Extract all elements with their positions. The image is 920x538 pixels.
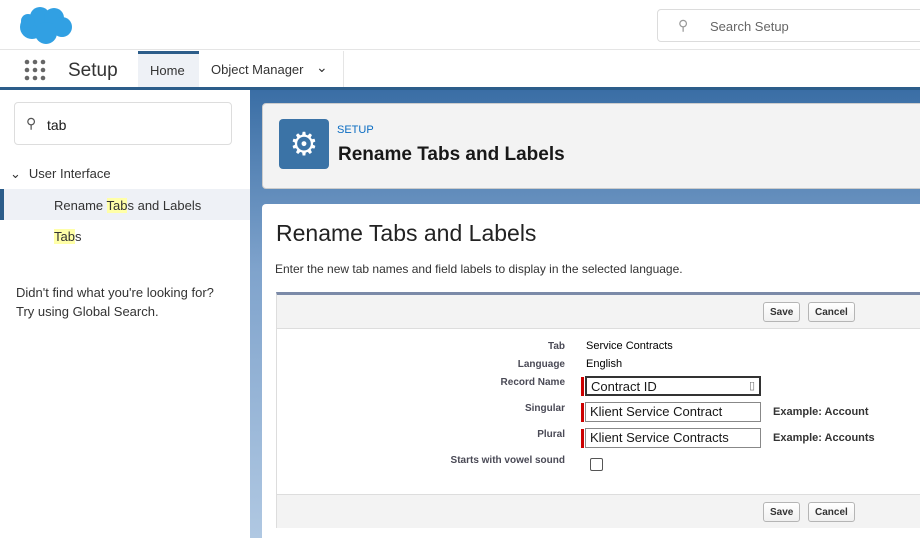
help-text: Didn't find what you're looking for? Try … (16, 283, 214, 321)
breadcrumb-setup[interactable]: SETUP (337, 124, 374, 136)
sidebar-item-tabs[interactable]: Tabs (54, 229, 81, 244)
item-text: s and Labels (127, 198, 202, 213)
salesforce-logo[interactable] (16, 5, 74, 45)
search-icon: ⚲ (678, 17, 689, 33)
gear-icon: ⚙ (279, 119, 329, 169)
field-lookup-icon: ▯ (748, 380, 755, 392)
search-highlight: Tab (106, 198, 128, 213)
vowel-sound-checkbox[interactable] (590, 458, 603, 471)
bottom-button-bar: Save Cancel (277, 494, 920, 528)
record-name-label: Record Name (500, 377, 565, 388)
save-button[interactable]: Save (763, 502, 801, 522)
chevron-down-icon[interactable]: ⌄ (316, 59, 328, 76)
app-title: Setup (68, 60, 118, 81)
item-text: Rename (54, 198, 107, 213)
input-value: Contract ID (591, 379, 657, 394)
main-title: Rename Tabs and Labels (276, 220, 537, 246)
chevron-down-icon: ⌄ (10, 166, 21, 181)
rename-form: Save Cancel Tab Service Contracts Langua… (276, 292, 920, 528)
tab-label: Object Manager (211, 62, 304, 77)
tree-group-user-interface[interactable]: ⌄ User Interface (10, 166, 111, 182)
tab-home[interactable]: Home (138, 51, 199, 87)
quick-find-input[interactable]: ⚲ tab (14, 102, 232, 145)
cancel-button[interactable]: Cancel (808, 502, 855, 522)
global-search-link[interactable]: Try using Global Search. (16, 302, 214, 321)
item-text: s (74, 229, 82, 244)
search-highlight: Tab (54, 229, 75, 244)
search-placeholder: Search Setup (710, 19, 789, 34)
group-label: User Interface (28, 166, 111, 181)
tab-object-manager[interactable]: Object Manager ⌄ (199, 51, 344, 87)
cancel-button[interactable]: Cancel (808, 302, 855, 322)
singular-example: Example: Account (773, 406, 869, 418)
singular-input[interactable]: Klient Service Contract (585, 402, 761, 422)
tab-value: Service Contracts (586, 340, 673, 352)
description: Enter the new tab names and field labels… (275, 262, 683, 276)
plural-label: Plural (537, 429, 565, 440)
plural-input[interactable]: Klient Service Contracts (585, 428, 761, 448)
required-indicator (581, 377, 584, 396)
language-value: English (586, 358, 623, 370)
plural-example: Example: Accounts (773, 432, 875, 444)
search-setup-input[interactable]: ⚲ Search Setup (657, 9, 920, 42)
save-button[interactable]: Save (763, 302, 801, 322)
required-indicator (581, 403, 584, 422)
required-indicator (581, 429, 584, 448)
tab-label: Tab (547, 341, 565, 352)
language-label: Language (517, 359, 565, 370)
help-line: Didn't find what you're looking for? (16, 285, 214, 300)
app-launcher-icon[interactable] (24, 59, 46, 81)
vowel-sound-label: Starts with vowel sound (450, 455, 565, 466)
search-icon: ⚲ (26, 115, 37, 131)
top-button-bar: Save Cancel (277, 295, 920, 329)
page-title: Rename Tabs and Labels (338, 144, 565, 165)
sidebar-item-rename-tabs-and-labels[interactable]: Rename Tabs and Labels (0, 189, 250, 220)
singular-label: Singular (524, 403, 565, 414)
page-header-card: SETUP Rename Tabs and Labels (262, 103, 920, 189)
record-name-input[interactable]: Contract ID ▯ (585, 376, 761, 396)
global-header: ⚲ Search Setup (0, 0, 920, 50)
quick-find-value: tab (47, 117, 67, 133)
